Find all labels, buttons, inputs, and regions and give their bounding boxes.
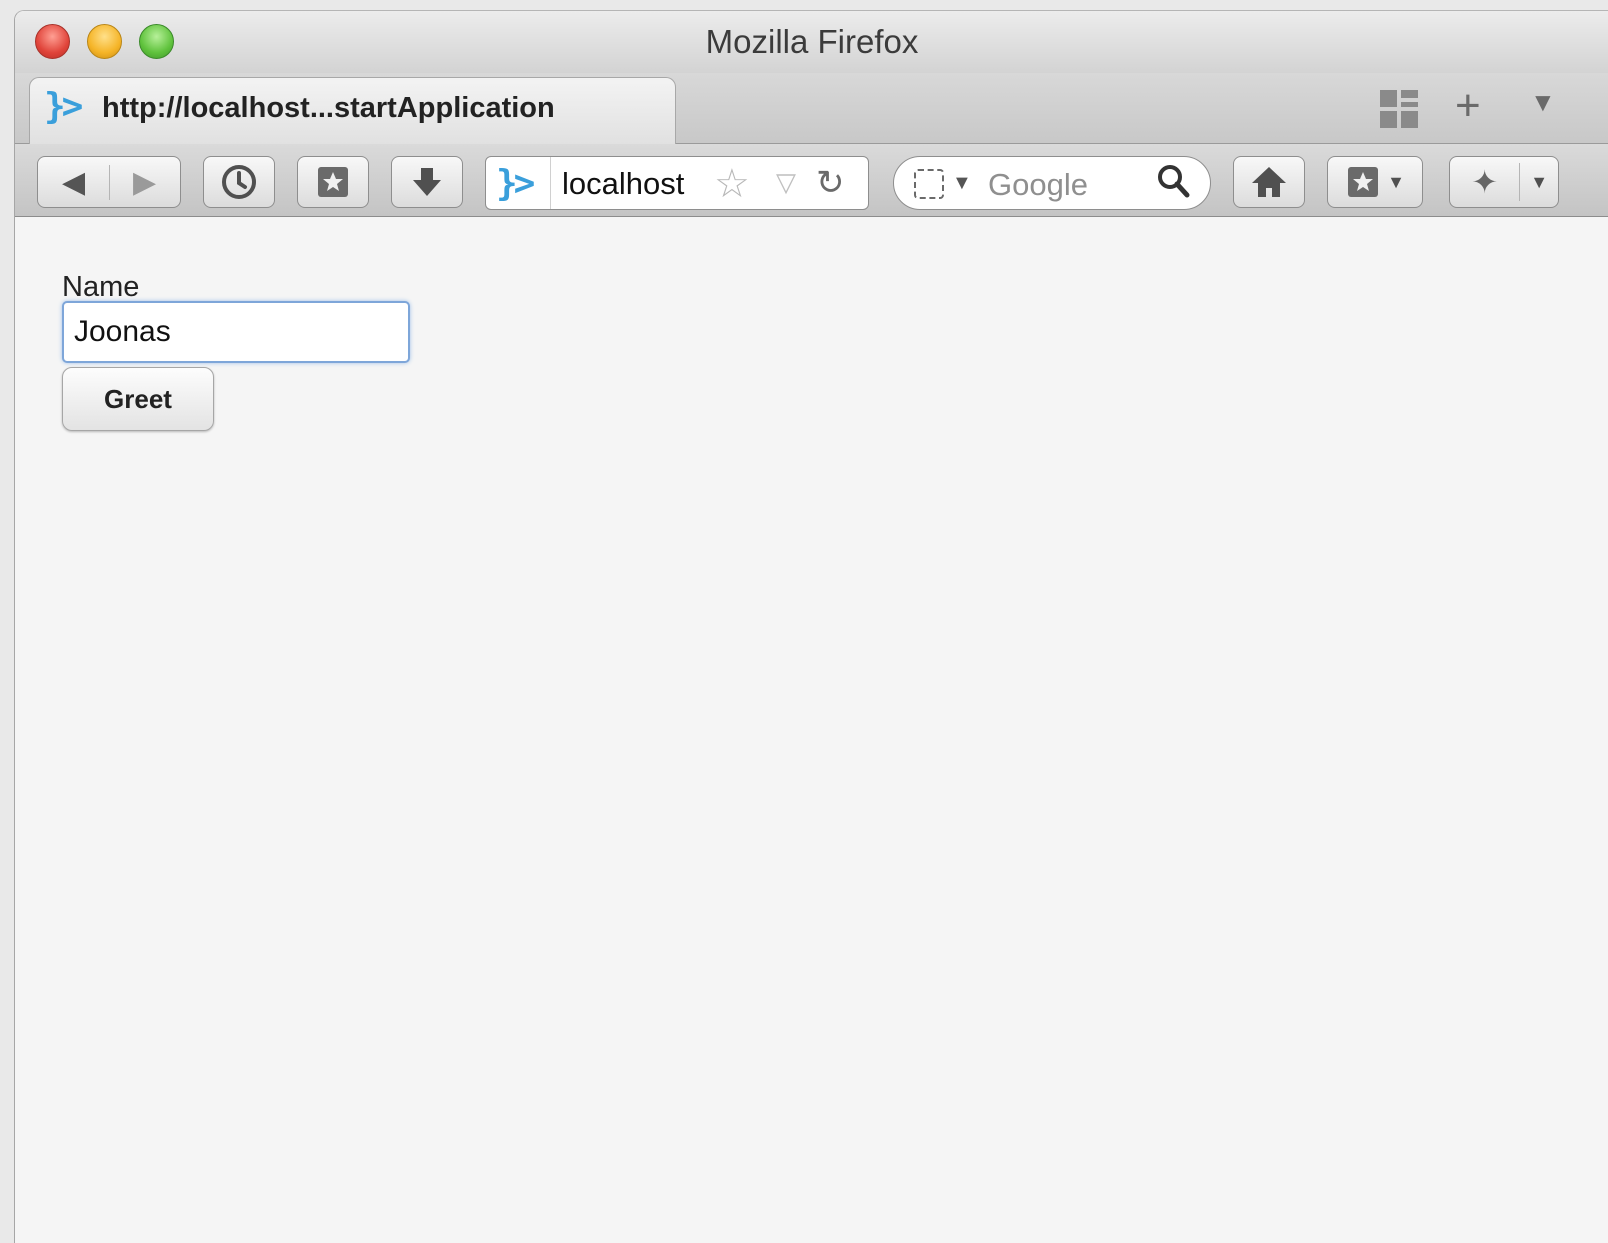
back-forward-group: ◀ ▶ bbox=[37, 156, 181, 208]
search-icon[interactable] bbox=[1156, 163, 1192, 203]
forward-button[interactable]: ▶ bbox=[110, 165, 180, 200]
site-favicon-icon: }> bbox=[496, 163, 535, 204]
bookmark-star-icon[interactable]: ☆ bbox=[714, 161, 750, 207]
home-button[interactable] bbox=[1233, 156, 1305, 208]
title-bar: Mozilla Firefox bbox=[15, 11, 1608, 73]
browser-window: Mozilla Firefox }> http://localhost...st… bbox=[14, 10, 1608, 1243]
firebug-icon: ✦ bbox=[1450, 163, 1521, 201]
tab-favicon-icon: }> bbox=[44, 86, 83, 127]
tab-groups-icon[interactable] bbox=[1380, 90, 1418, 128]
bookmarks-library-button[interactable] bbox=[297, 156, 369, 208]
chevron-down-icon[interactable]: ▼ bbox=[1520, 172, 1558, 193]
new-tab-button[interactable]: + bbox=[1455, 81, 1481, 131]
search-engine-dropdown-icon[interactable]: ▼ bbox=[952, 172, 972, 195]
name-input[interactable] bbox=[62, 301, 410, 363]
navigation-toolbar: ◀ ▶ }> localhost ☆ ▽ ↻ ▼ Google ▼ ✦ ▼ bbox=[15, 144, 1608, 217]
tab-title: http://localhost...startApplication bbox=[102, 92, 555, 124]
bookmark-star-icon bbox=[318, 167, 348, 197]
window-title: Mozilla Firefox bbox=[705, 23, 919, 60]
tab-list-dropdown-icon[interactable]: ▼ bbox=[1530, 87, 1556, 118]
addon-button[interactable]: ✦ ▼ bbox=[1449, 156, 1559, 208]
back-button[interactable]: ◀ bbox=[39, 164, 110, 200]
search-input[interactable]: Google bbox=[988, 167, 1088, 203]
site-identity-button[interactable]: }> bbox=[486, 157, 551, 209]
url-bar[interactable]: }> localhost ☆ ▽ ↻ bbox=[485, 156, 869, 210]
reload-icon[interactable]: ↻ bbox=[816, 163, 845, 203]
name-label: Name bbox=[62, 271, 140, 303]
bookmarks-menu-button[interactable]: ▼ bbox=[1327, 156, 1423, 208]
clock-icon bbox=[222, 165, 256, 199]
page-content: Name Greet bbox=[15, 217, 1608, 1243]
tab-active[interactable]: }> http://localhost...startApplication bbox=[29, 77, 676, 144]
url-text[interactable]: localhost bbox=[562, 166, 684, 202]
tab-strip: }> http://localhost...startApplication +… bbox=[15, 73, 1608, 144]
home-icon bbox=[1252, 167, 1286, 197]
chevron-down-icon: ▼ bbox=[1387, 171, 1405, 192]
bookmark-star-icon bbox=[1348, 167, 1379, 197]
download-arrow-icon bbox=[413, 168, 441, 196]
downloads-button[interactable] bbox=[391, 156, 463, 208]
history-button[interactable] bbox=[203, 156, 275, 208]
url-history-dropdown-icon[interactable]: ▽ bbox=[776, 167, 796, 198]
search-bar[interactable]: ▼ Google bbox=[893, 156, 1211, 210]
search-engine-icon[interactable] bbox=[914, 169, 944, 199]
greet-button[interactable]: Greet bbox=[62, 367, 214, 431]
